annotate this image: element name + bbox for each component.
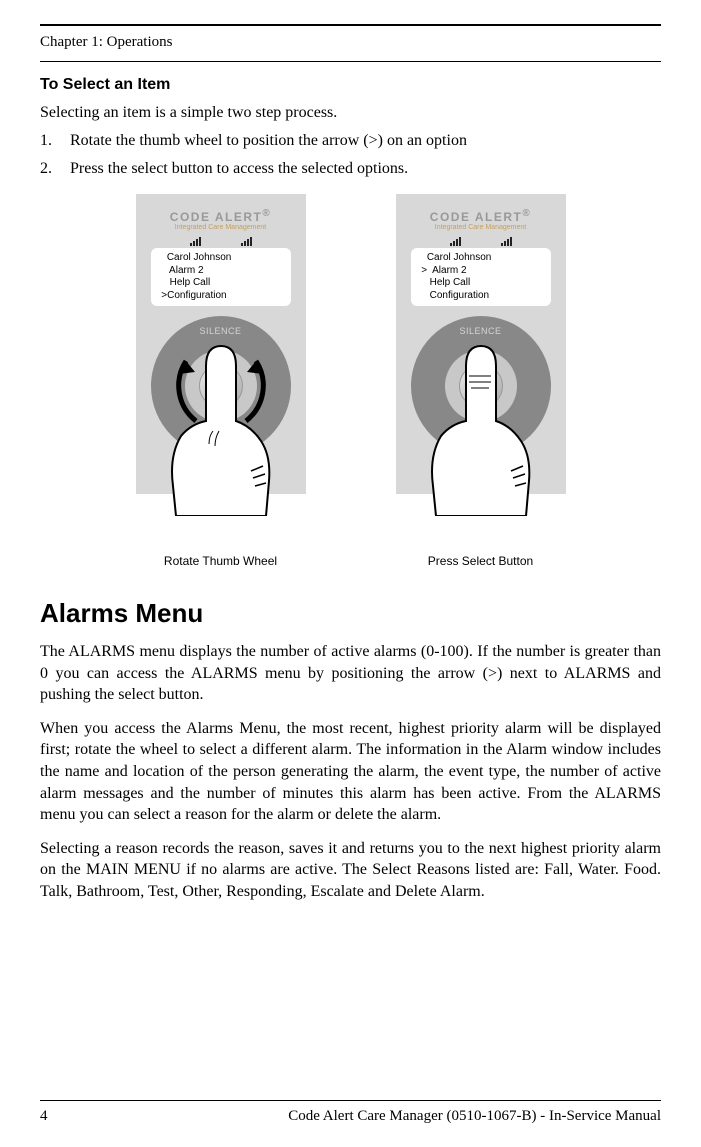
thumb-wheel[interactable]: SILENCE M <box>151 316 291 456</box>
step-text: Rotate the thumb wheel to position the a… <box>70 132 661 150</box>
brand-text: CODE ALERT <box>430 210 523 224</box>
step-number: 2. <box>40 160 70 178</box>
signal-icon <box>241 237 252 246</box>
brand-logo: CODE ALERT® <box>136 208 306 224</box>
step-list: 1. Rotate the thumb wheel to position th… <box>40 132 661 178</box>
device-panel-left: CODE ALERT® Integrated Care Management C… <box>111 194 331 568</box>
header-rule <box>40 61 661 62</box>
step-number: 1. <box>40 132 70 150</box>
select-button[interactable] <box>199 364 243 408</box>
screen-line: > Alarm 2 <box>419 265 543 278</box>
device-body: CODE ALERT® Integrated Care Management C… <box>136 194 306 494</box>
device-panel-right: CODE ALERT® Integrated Care Management C… <box>371 194 591 568</box>
device-body: CODE ALERT® Integrated Care Management C… <box>396 194 566 494</box>
body-paragraph: When you access the Alarms Menu, the mos… <box>40 718 661 826</box>
thumb-wheel-area: SILENCE M <box>151 316 291 456</box>
footer-rule <box>40 1100 661 1101</box>
signal-icon <box>501 237 512 246</box>
screen-line: Help Call <box>159 277 283 290</box>
body-paragraph: Selecting a reason records the reason, s… <box>40 838 661 903</box>
alarms-menu-heading: Alarms Menu <box>40 598 661 629</box>
wheel-inner <box>185 350 257 422</box>
thumb-wheel[interactable]: SILENCE <box>411 316 551 456</box>
intro-paragraph: Selecting an item is a simple two step p… <box>40 104 661 122</box>
silence-label: SILENCE <box>151 326 291 336</box>
signal-row <box>396 237 566 246</box>
screen-line: Carol Johnson <box>159 252 283 265</box>
brand-subtitle: Integrated Care Management <box>396 224 566 231</box>
screen-line: Configuration <box>419 290 543 303</box>
chapter-header: Chapter 1: Operations <box>40 34 661 51</box>
section-heading: To Select an Item <box>40 76 661 94</box>
page-number: 4 <box>40 1108 48 1125</box>
figure-caption-left: Rotate Thumb Wheel <box>164 554 277 568</box>
doc-title: Code Alert Care Manager (0510-1067-B) - … <box>288 1108 661 1125</box>
step-item: 2. Press the select button to access the… <box>40 160 661 178</box>
body-paragraph: The ALARMS menu displays the number of a… <box>40 641 661 706</box>
signal-row <box>136 237 306 246</box>
figure-area: CODE ALERT® Integrated Care Management C… <box>40 194 661 568</box>
top-rule <box>40 24 661 26</box>
step-text: Press the select button to access the se… <box>70 160 661 178</box>
screen-line: Alarm 2 <box>159 265 283 278</box>
device-screen: Carol Johnson Alarm 2 Help Call >Configu… <box>151 248 291 306</box>
step-item: 1. Rotate the thumb wheel to position th… <box>40 132 661 150</box>
signal-icon <box>190 237 201 246</box>
signal-icon <box>450 237 461 246</box>
trademark-icon: ® <box>522 208 531 219</box>
screen-line: Carol Johnson <box>419 252 543 265</box>
wheel-inner <box>445 350 517 422</box>
screen-line: Help Call <box>419 277 543 290</box>
brand-text: CODE ALERT <box>170 210 263 224</box>
silence-label: SILENCE <box>411 326 551 336</box>
screen-line: >Configuration <box>159 290 283 303</box>
menu-label: M <box>151 436 291 446</box>
page-footer: 4 Code Alert Care Manager (0510-1067-B) … <box>40 1108 661 1125</box>
figure-caption-right: Press Select Button <box>428 554 533 568</box>
brand-subtitle: Integrated Care Management <box>136 224 306 231</box>
thumb-wheel-area: SILENCE <box>411 316 551 456</box>
device-screen: Carol Johnson > Alarm 2 Help Call Config… <box>411 248 551 306</box>
brand-logo: CODE ALERT® <box>396 208 566 224</box>
trademark-icon: ® <box>262 208 271 219</box>
select-button[interactable] <box>459 364 503 408</box>
